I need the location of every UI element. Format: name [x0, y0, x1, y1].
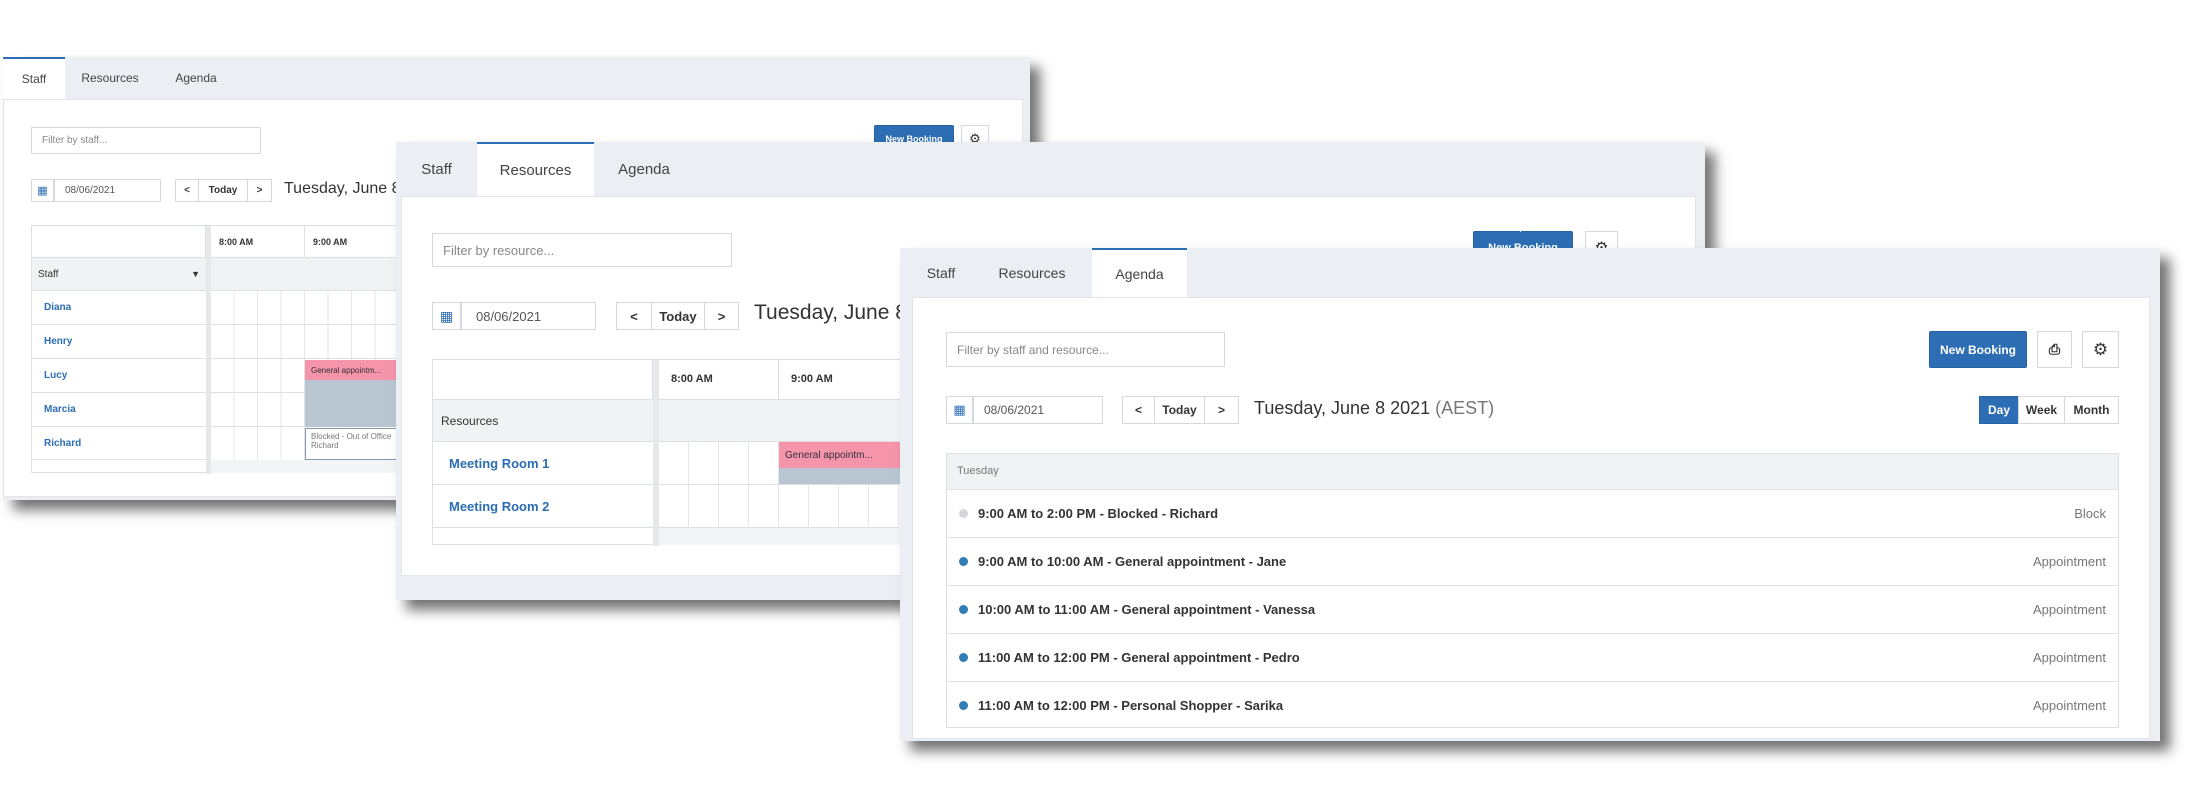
event-title: 9:00 AM to 2:00 PM - Blocked - Richard: [978, 506, 1219, 521]
resource-filter-input[interactable]: Filter by resource...: [432, 233, 732, 267]
settings-button[interactable]: ⚙: [2082, 331, 2119, 368]
hour-8am: 8:00 AM: [211, 226, 305, 258]
prev-button[interactable]: <: [1122, 396, 1155, 424]
staff-group-header[interactable]: Staff ▼: [32, 258, 206, 291]
tab-resources[interactable]: Resources: [477, 142, 594, 196]
event-type: Block: [2074, 506, 2106, 521]
calendar-icon[interactable]: ▦: [432, 302, 461, 330]
agenda-list: Tuesday 9:00 AM to 2:00 PM - Blocked - R…: [946, 453, 2119, 728]
staff-filter-input[interactable]: Filter by staff...: [31, 127, 261, 154]
status-dot-icon: [959, 605, 968, 614]
view-day-button[interactable]: Day: [1979, 396, 2019, 424]
next-button[interactable]: >: [704, 302, 739, 330]
agenda-event[interactable]: 9:00 AM to 2:00 PM - Blocked - Richard Bl…: [947, 489, 2118, 537]
blocked-event[interactable]: Blocked - Out of Office Richard: [305, 428, 405, 460]
event-type: Appointment: [2033, 650, 2106, 665]
busy-block: [779, 468, 909, 484]
today-button[interactable]: Today: [651, 302, 705, 330]
staff-row-marcia[interactable]: Marcia: [32, 393, 206, 427]
event-title: 10:00 AM to 11:00 AM - General appointme…: [978, 602, 1316, 617]
blocked-title: Blocked - Out of Office: [311, 432, 392, 441]
staff-row-lucy[interactable]: Lucy: [32, 359, 206, 393]
agenda-event[interactable]: 9:00 AM to 10:00 AM - General appointmen…: [947, 537, 2118, 585]
status-dot-icon: [959, 700, 968, 710]
blocked-staff: Richard: [311, 441, 339, 450]
date-title: Tuesday, June 8 2: [754, 301, 925, 324]
caret-down-icon[interactable]: ▼: [191, 269, 200, 279]
print-button[interactable]: ⎙: [2037, 331, 2072, 368]
appointment-block[interactable]: General appointm...: [305, 360, 405, 380]
resource-row-meeting-room-1[interactable]: Meeting Room 1: [433, 442, 653, 485]
view-week-button[interactable]: Week: [2018, 396, 2065, 424]
calendar-icon[interactable]: ▦: [946, 396, 973, 424]
tab-agenda[interactable]: Agenda: [594, 142, 694, 196]
staff-row-richard[interactable]: Richard: [32, 427, 206, 460]
gear-icon: ⚙: [2092, 339, 2109, 359]
event-type: Appointment: [2033, 697, 2106, 713]
busy-block: [305, 380, 405, 427]
staff-row-diana[interactable]: Diana: [32, 291, 206, 325]
grid-corner: [32, 226, 206, 258]
agenda-event[interactable]: 11:00 AM to 12:00 PM - Personal Shopper …: [947, 681, 2118, 728]
tab-staff[interactable]: Staff: [910, 248, 972, 297]
tab-resources[interactable]: Resources: [65, 57, 155, 99]
date-title: Tuesday, June 8 2: [284, 180, 414, 197]
date-input[interactable]: 08/06/2021: [973, 396, 1103, 424]
staff-header-label: Staff: [38, 268, 59, 280]
status-dot-icon: [959, 653, 968, 662]
agenda-event[interactable]: 10:00 AM to 11:00 AM - General appointme…: [947, 585, 2118, 633]
tab-staff[interactable]: Staff: [3, 57, 65, 99]
agenda-window: Staff Resources Agenda Filter by staff a…: [900, 248, 2160, 741]
status-dot-icon: [959, 557, 968, 566]
resources-group-header: Resources: [433, 400, 653, 442]
next-button[interactable]: >: [1204, 396, 1239, 424]
date-input[interactable]: 08/06/2021: [461, 302, 596, 330]
settings-button[interactable]: [1520, 231, 1521, 232]
prev-button[interactable]: <: [616, 302, 652, 330]
day-header: Tuesday: [947, 454, 2118, 489]
next-button[interactable]: >: [247, 179, 272, 202]
today-button[interactable]: Today: [198, 179, 248, 202]
agenda-filter-input[interactable]: Filter by staff and resource...: [946, 332, 1225, 367]
event-title: 9:00 AM to 10:00 AM - General appointmen…: [978, 554, 1287, 569]
today-button[interactable]: Today: [1154, 396, 1205, 424]
agenda-event[interactable]: 11:00 AM to 12:00 PM - General appointme…: [947, 633, 2118, 681]
printer-icon: ⎙: [2048, 341, 2061, 357]
tab-staff[interactable]: Staff: [396, 142, 477, 196]
event-title: 11:00 AM to 12:00 PM - Personal Shopper …: [978, 697, 1284, 713]
new-booking-button[interactable]: New Booking: [1929, 331, 2027, 368]
agenda-pane: Filter by staff and resource... New Book…: [912, 297, 2150, 739]
calendar-icon[interactable]: ▦: [31, 179, 54, 202]
tab-agenda[interactable]: Agenda: [1092, 248, 1187, 297]
timezone-label: (AEST): [1435, 398, 1495, 418]
event-type: Appointment: [2033, 554, 2106, 569]
event-title: 11:00 AM to 12:00 PM - General appointme…: [978, 650, 1300, 665]
date-title-text: Tuesday, June 8 2021: [1254, 398, 1431, 418]
date-input[interactable]: 08/06/2021: [54, 179, 161, 202]
hour-8am: 8:00 AM: [659, 360, 779, 400]
resource-row-meeting-room-2[interactable]: Meeting Room 2: [433, 485, 653, 528]
appointment-block[interactable]: General appointm...: [779, 442, 909, 468]
staff-row-henry[interactable]: Henry: [32, 325, 206, 359]
prev-button[interactable]: <: [175, 179, 199, 202]
status-dot-icon: [959, 509, 968, 518]
date-title: Tuesday, June 8 2021 (AEST): [1254, 398, 1494, 419]
tab-resources[interactable]: Resources: [972, 248, 1092, 297]
grid-corner: [433, 360, 653, 400]
view-month-button[interactable]: Month: [2064, 396, 2119, 424]
tab-agenda[interactable]: Agenda: [155, 57, 237, 99]
event-type: Appointment: [2033, 602, 2106, 617]
